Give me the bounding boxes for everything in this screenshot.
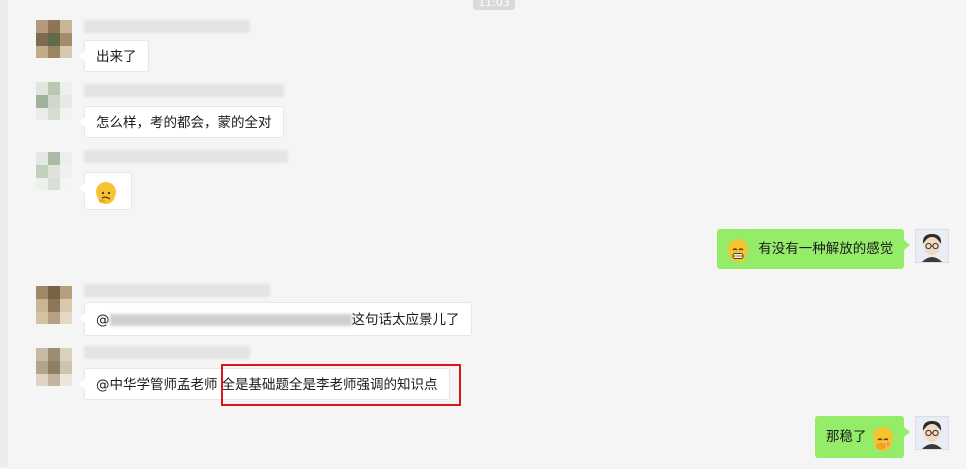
message-text: 出来了 bbox=[96, 49, 137, 65]
message-bubble-4[interactable]: 有没有一种解放的感觉 bbox=[717, 229, 911, 269]
annotation-highlight-box bbox=[221, 364, 461, 406]
message-bubble-5[interactable]: @ 这句话太应景儿了 bbox=[79, 302, 472, 336]
sender-avatar[interactable] bbox=[36, 152, 72, 190]
my-avatar[interactable] bbox=[915, 229, 949, 263]
sender-name-redacted bbox=[84, 346, 250, 359]
sender-avatar[interactable] bbox=[36, 348, 72, 386]
message-text: 怎么样，考的都会，蒙的全对 bbox=[96, 115, 272, 131]
left-edge bbox=[0, 0, 8, 467]
sender-avatar[interactable] bbox=[36, 82, 72, 120]
grinning-face-icon bbox=[728, 239, 748, 262]
sender-name-redacted bbox=[84, 84, 284, 97]
message-text: 有没有一种解放的感觉 bbox=[758, 241, 894, 257]
sender-avatar[interactable] bbox=[36, 286, 72, 324]
face-with-hand-over-mouth-icon bbox=[872, 427, 893, 451]
thinking-face-icon bbox=[96, 182, 116, 204]
sender-name-redacted bbox=[84, 284, 270, 297]
sender-name-redacted bbox=[84, 150, 288, 163]
redacted-mention bbox=[109, 314, 352, 326]
mention-prefix: @中华学管师孟老师 bbox=[96, 377, 218, 393]
message-bubble-2[interactable]: 怎么样，考的都会，蒙的全对 bbox=[79, 106, 284, 138]
sender-name-redacted bbox=[84, 20, 250, 33]
mention-prefix: @ bbox=[96, 312, 110, 328]
message-text: 那稳了 bbox=[826, 429, 867, 445]
timestamp-chip: 11:03 bbox=[473, 0, 515, 10]
my-avatar[interactable] bbox=[915, 416, 949, 450]
message-text: 这句话太应景儿了 bbox=[351, 312, 460, 328]
sender-avatar[interactable] bbox=[36, 20, 72, 58]
message-bubble-7[interactable]: 那稳了 bbox=[815, 416, 910, 458]
message-bubble-3[interactable] bbox=[79, 172, 132, 210]
message-bubble-1[interactable]: 出来了 bbox=[79, 40, 149, 72]
